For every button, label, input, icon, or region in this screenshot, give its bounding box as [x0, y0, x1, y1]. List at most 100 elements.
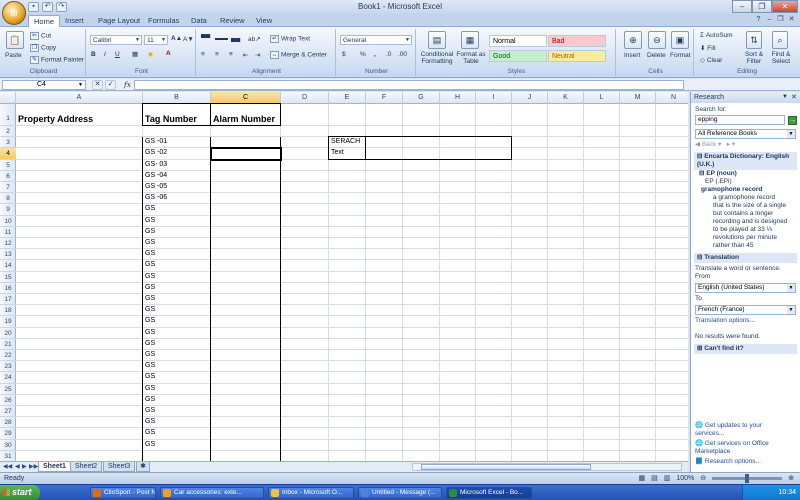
column-header-n[interactable]: N: [656, 92, 688, 104]
back-button[interactable]: ◀ Back ▾ ▸ ▾: [691, 141, 800, 149]
row-header-21[interactable]: 21: [0, 339, 16, 350]
help-icon[interactable]: ?: [754, 16, 763, 25]
merge-center-button[interactable]: ↔ Merge & Center: [270, 51, 327, 59]
paste-button[interactable]: Paste: [5, 52, 22, 59]
insert-function-button[interactable]: fx: [124, 80, 131, 89]
find-icon[interactable]: ⌕: [772, 31, 788, 49]
chevron-down-icon[interactable]: ▼: [782, 92, 788, 103]
insert-sheet-icon[interactable]: ✱: [136, 462, 150, 472]
taskbar-item[interactable]: Car accessories: exte...: [160, 487, 264, 499]
clear-button[interactable]: ◇ Clear: [700, 56, 722, 64]
cell-b5[interactable]: GS- 03: [145, 161, 167, 168]
cell-b9[interactable]: GS: [145, 205, 155, 212]
enter-icon[interactable]: ✓: [105, 80, 116, 90]
insert-cells-icon[interactable]: ⊕: [624, 31, 642, 49]
row-header-16[interactable]: 16: [0, 283, 16, 294]
row-header-1[interactable]: 1: [0, 104, 16, 126]
style-neutral[interactable]: Neutral: [548, 50, 606, 62]
decrease-decimal-icon[interactable]: .00: [398, 51, 407, 58]
style-bad[interactable]: Bad: [548, 35, 606, 47]
row-header-18[interactable]: 18: [0, 305, 16, 317]
row-header-6[interactable]: 6: [0, 171, 16, 182]
cell-b29[interactable]: GS: [145, 429, 155, 436]
row-header-17[interactable]: 17: [0, 294, 16, 306]
delete-button[interactable]: Delete: [647, 52, 666, 59]
format-as-table-button[interactable]: Format as Table: [456, 51, 486, 65]
cell-b10[interactable]: GS: [145, 217, 155, 224]
cell-area[interactable]: Property Address Tag Number Alarm Number…: [16, 103, 688, 461]
row-header-23[interactable]: 23: [0, 361, 16, 373]
fill-button[interactable]: ⬇ Fill: [700, 44, 716, 52]
column-header-l[interactable]: L: [584, 92, 620, 104]
tab-review[interactable]: Review: [215, 15, 250, 27]
align-middle-icon[interactable]: ▬▬: [215, 35, 228, 42]
bold-button[interactable]: B: [91, 51, 96, 58]
cell-b30[interactable]: GS: [145, 441, 155, 448]
first-sheet-icon[interactable]: ◀◀: [3, 463, 12, 470]
row-header-24[interactable]: 24: [0, 372, 16, 384]
italic-button[interactable]: I: [104, 51, 106, 58]
number-format-select[interactable]: General ▼: [340, 35, 412, 45]
close-icon[interactable]: ✕: [791, 92, 797, 103]
autosum-button[interactable]: Σ AutoSum: [700, 32, 733, 39]
style-good[interactable]: Good: [489, 50, 547, 62]
cancel-icon[interactable]: ✕: [92, 80, 103, 90]
name-box[interactable]: C4 ▼: [2, 80, 86, 90]
updates-link[interactable]: 🌐 Get updates to your services...: [691, 422, 795, 438]
cell-b21[interactable]: GS: [145, 340, 155, 347]
align-bottom-icon[interactable]: ▄▄: [231, 35, 240, 42]
go-arrow-icon[interactable]: →: [788, 116, 797, 125]
row-header-28[interactable]: 28: [0, 417, 16, 429]
research-options-link[interactable]: 📘 Research options...: [691, 458, 795, 466]
column-header-e[interactable]: E: [329, 92, 366, 104]
row-header-3[interactable]: 3: [0, 137, 16, 149]
column-header-g[interactable]: G: [403, 92, 440, 104]
column-header-i[interactable]: I: [476, 92, 512, 104]
column-header-a[interactable]: A: [16, 92, 143, 104]
page-break-icon[interactable]: ▥: [664, 474, 671, 482]
shrink-font-button[interactable]: A▼: [183, 36, 194, 43]
style-normal[interactable]: Normal: [489, 35, 547, 47]
column-header-f[interactable]: F: [366, 92, 403, 104]
dictionary-header[interactable]: ⊟ Encarta Dictionary: English (U.K.): [694, 152, 797, 170]
close-icon[interactable]: ✕: [772, 0, 798, 13]
cell-b7[interactable]: GS -05: [145, 183, 167, 190]
row-header-13[interactable]: 13: [0, 249, 16, 261]
taskbar-item[interactable]: ClioSport - Post Ne...: [90, 487, 156, 499]
marketplace-link[interactable]: 🌐 Get services on Office Marketplace: [691, 440, 795, 456]
row-header-14[interactable]: 14: [0, 260, 16, 272]
row-header-4[interactable]: 4: [0, 148, 16, 160]
borders-icon[interactable]: ▦: [132, 50, 138, 58]
zoom-slider[interactable]: [712, 473, 783, 483]
cell-b15[interactable]: GS: [145, 273, 155, 280]
decrease-indent-icon[interactable]: ⇤: [243, 51, 248, 59]
start-button[interactable]: start: [0, 485, 40, 500]
percent-button[interactable]: %: [360, 51, 366, 58]
row-header-29[interactable]: 29: [0, 428, 16, 440]
page-layout-icon[interactable]: ▤: [651, 474, 658, 482]
column-header-d[interactable]: D: [281, 92, 329, 104]
cell-b14[interactable]: GS: [145, 261, 155, 268]
format-cells-icon[interactable]: ▣: [671, 31, 689, 49]
cell-b20[interactable]: GS: [145, 329, 155, 336]
cell-b16[interactable]: GS: [145, 284, 155, 291]
source-select[interactable]: All Reference Books ▼: [695, 129, 796, 139]
font-color-icon[interactable]: A: [166, 50, 171, 57]
next-sheet-icon[interactable]: ▶: [22, 463, 27, 470]
cell-b25[interactable]: GS: [145, 385, 155, 392]
tab-home[interactable]: Home: [28, 15, 61, 27]
format-painter-button[interactable]: ✎ Format Painter: [30, 56, 84, 64]
formula-input[interactable]: [134, 80, 684, 90]
last-sheet-icon[interactable]: ▶▶: [29, 463, 38, 470]
horizontal-scrollbar[interactable]: [412, 463, 682, 471]
row-header-19[interactable]: 19: [0, 316, 16, 328]
currency-button[interactable]: $: [342, 51, 346, 58]
row-header-8[interactable]: 8: [0, 193, 16, 205]
zoom-level[interactable]: 100%: [676, 475, 694, 482]
translation-header[interactable]: ⊟ Translation: [694, 253, 797, 263]
wb-minimize-icon[interactable]: –: [765, 16, 774, 25]
underline-button[interactable]: U: [115, 51, 120, 58]
tab-insert[interactable]: Insert: [60, 15, 89, 27]
cell-b8[interactable]: GS -06: [145, 194, 167, 201]
align-left-icon[interactable]: ≡: [201, 51, 205, 58]
